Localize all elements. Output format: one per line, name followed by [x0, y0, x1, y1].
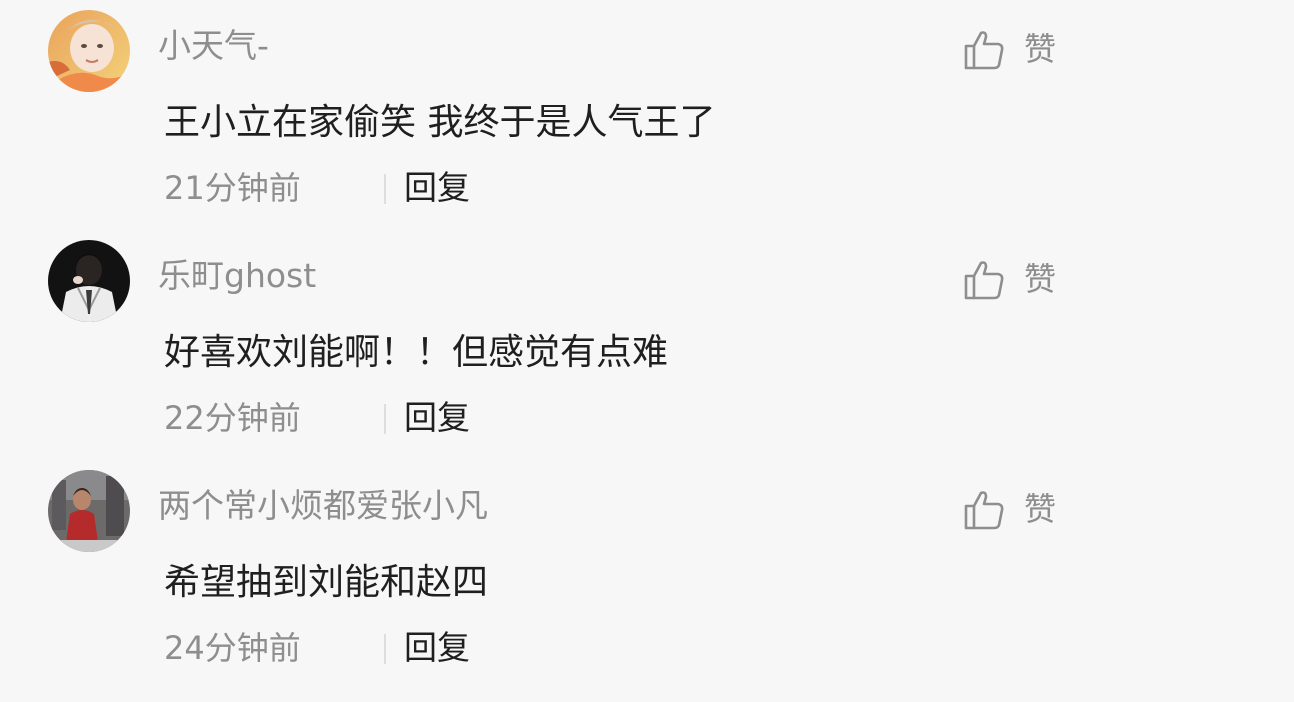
- avatar-image: [48, 470, 130, 552]
- thumbs-up-icon: [964, 31, 1004, 70]
- like-button[interactable]: 赞: [962, 486, 1072, 536]
- comment-username[interactable]: 两个常小烦都爱张小凡: [158, 480, 488, 532]
- comment-time: 22分钟前: [164, 399, 301, 437]
- comment-time: 24分钟前: [164, 629, 301, 667]
- reply-button[interactable]: 回复: [404, 160, 470, 216]
- meta-divider: [384, 174, 386, 204]
- like-button[interactable]: 赞: [962, 26, 1072, 76]
- avatar-image: [48, 240, 130, 322]
- comment-meta: 24分钟前 回复: [164, 620, 584, 676]
- like-button[interactable]: 赞: [962, 256, 1072, 306]
- comment-meta: 21分钟前 回复: [164, 160, 584, 216]
- thumbs-up-icon: [964, 261, 1004, 300]
- comment-text: 好喜欢刘能啊！！但感觉有点难: [164, 332, 669, 373]
- avatar[interactable]: [48, 470, 130, 552]
- like-label: 赞: [1024, 490, 1057, 528]
- comment-meta: 22分钟前 回复: [164, 390, 584, 446]
- thumbs-up-icon: [964, 491, 1004, 530]
- meta-divider: [384, 404, 386, 434]
- comment-item: 两个常小烦都爱张小凡 赞 希望抽到刘能和赵四 24分钟前 回复: [0, 460, 1294, 690]
- avatar[interactable]: [48, 10, 130, 92]
- reply-button[interactable]: 回复: [404, 390, 470, 446]
- comment-item: 小天气- 赞 王小立在家偷笑 我终于是人气王了 21分钟前 回复: [0, 0, 1294, 230]
- meta-divider: [384, 634, 386, 664]
- avatar-image: [48, 10, 130, 92]
- like-label: 赞: [1024, 260, 1057, 298]
- comment-username[interactable]: 小天气-: [158, 20, 269, 72]
- comment-text: 希望抽到刘能和赵四: [164, 562, 489, 603]
- avatar[interactable]: [48, 240, 130, 322]
- comment-item: 乐町ghost 赞 好喜欢刘能啊！！但感觉有点难 22分钟前 回复: [0, 230, 1294, 460]
- comment-list: 小天气- 赞 王小立在家偷笑 我终于是人气王了 21分钟前 回复 乐町ghost…: [0, 0, 1294, 702]
- reply-button[interactable]: 回复: [404, 620, 470, 676]
- comment-text: 王小立在家偷笑 我终于是人气王了: [164, 102, 716, 143]
- like-label: 赞: [1024, 30, 1057, 68]
- comment-username[interactable]: 乐町ghost: [158, 250, 316, 302]
- comment-time: 21分钟前: [164, 169, 301, 207]
